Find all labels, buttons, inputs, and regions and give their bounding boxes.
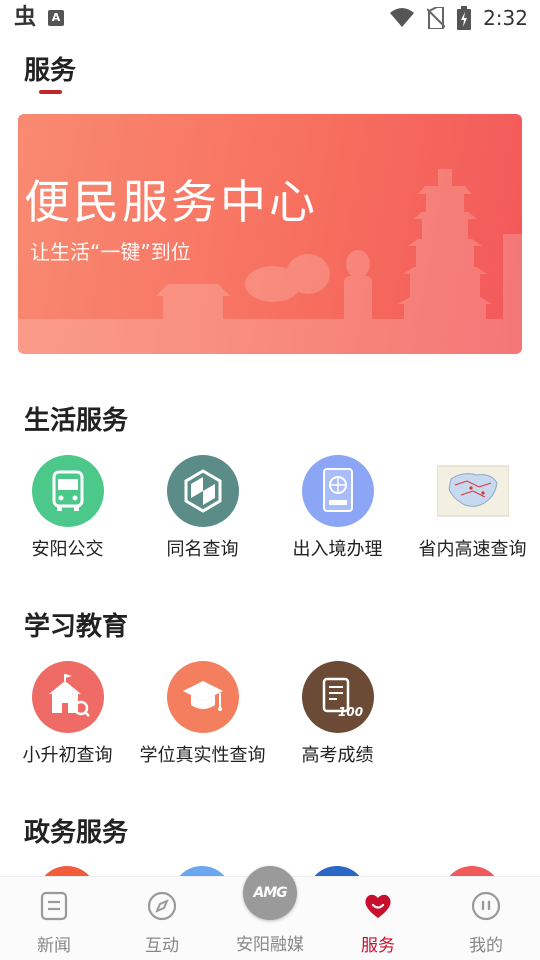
svg-text:100: 100 [338,705,363,719]
map-icon [436,455,509,527]
service-label: 出入境办理 [292,539,383,560]
battery-icon [457,6,472,30]
banner-subtitle: 让生活“一键”到位 [30,240,191,264]
compass-icon [147,891,177,921]
status-bar: 虫 A 2:32 [0,0,540,36]
service-label: 同名查询 [166,539,239,560]
service-same-name[interactable]: 同名查询 [135,455,270,561]
section-title-life: 生活服务 [24,406,129,436]
clock: 2:32 [483,6,528,30]
service-label: 学位真实性查询 [139,745,266,766]
news-icon [40,891,68,921]
nav-interact[interactable]: 互动 [108,891,216,956]
service-exit-entry[interactable]: 出入境办理 [270,455,405,561]
score-sheet-icon: 100 [301,661,374,733]
nav-label: 互动 [145,936,179,956]
graduation-cap-icon [166,661,239,733]
amg-logo-icon[interactable]: AMG [243,866,297,920]
section-title-government: 政务服务 [24,818,129,848]
city-skyline-illustration [18,169,522,354]
service-degree-verify[interactable]: 学位真实性查询 [135,661,270,767]
heart-icon [365,894,391,918]
passport-icon [301,455,374,527]
no-sim-icon [427,7,446,29]
education-services-grid: 小升初查询 学位真实性查询 100 高考成绩 [0,661,540,781]
service-highway[interactable]: 省内高速查询 [405,455,540,561]
school-icon [31,661,104,733]
profile-icon [471,891,501,921]
service-exam-score[interactable]: 100 高考成绩 [270,661,405,767]
amg-logo-text: AMG [253,885,287,901]
nav-label: 我的 [469,936,503,956]
status-bar-right: 2:32 [389,5,528,31]
title-underline [39,90,62,94]
bus-icon [31,455,104,527]
nav-news[interactable]: 新闻 [0,891,108,956]
service-middle-school[interactable]: 小升初查询 [0,661,135,767]
nav-label: 服务 [361,936,395,956]
service-center-banner[interactable]: 便民服务中心 让生活“一键”到位 [18,114,522,354]
nav-mine[interactable]: 我的 [432,891,540,956]
service-label: 小升初查询 [22,745,113,766]
service-label: 省内高速查询 [418,539,527,560]
service-bus[interactable]: 安阳公交 [0,455,135,561]
banner-title: 便民服务中心 [24,175,318,229]
notification-app-icon: 虫 [14,5,37,30]
status-bar-left: 虫 A [14,5,65,30]
wifi-icon [390,8,415,27]
nav-label: 新闻 [37,936,71,956]
page-title: 服务 [24,56,77,86]
service-label: 安阳公交 [31,539,104,560]
service-label: 高考成绩 [301,745,374,766]
nav-anyang-media-label[interactable]: 安阳融媒 [216,930,324,955]
shield-icon [166,455,239,527]
nav-service[interactable]: 服务 [324,891,432,956]
life-services-grid: 安阳公交 同名查询 出入境办理 省内高速查询 [0,455,540,575]
keyboard-app-icon: A [48,10,65,26]
section-title-education: 学习教育 [24,612,129,642]
